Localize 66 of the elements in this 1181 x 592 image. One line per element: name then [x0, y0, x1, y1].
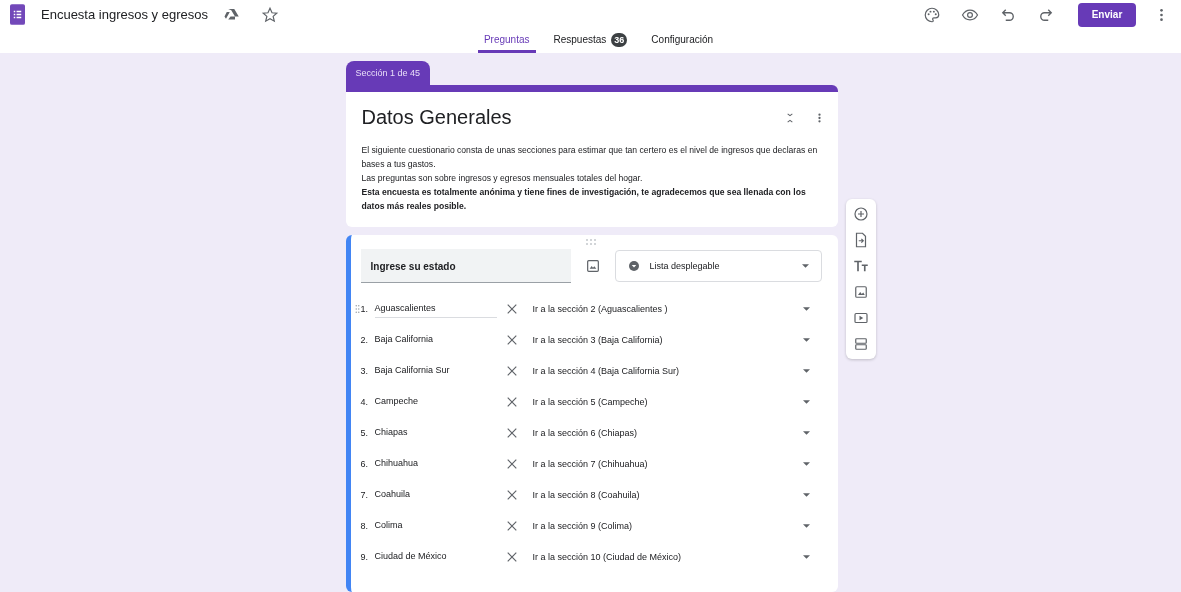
- section-dropdown[interactable]: Ir a la sección 6 (Chiapas): [532, 427, 822, 438]
- document-title[interactable]: Encuesta ingresos y egresos: [41, 7, 208, 23]
- question-type-dropdown[interactable]: Lista desplegable: [614, 250, 822, 282]
- close-icon[interactable]: [506, 303, 517, 314]
- option-number: 6.: [360, 458, 369, 469]
- option-number: 4.: [360, 396, 369, 407]
- caret-icon: [802, 337, 810, 342]
- section-dropdown[interactable]: Ir a la sección 10 (Ciudad de México): [532, 551, 822, 562]
- question-title-field[interactable]: Ingrese su estado: [360, 249, 571, 283]
- option-field[interactable]: Chihuahua: [374, 454, 497, 473]
- caret-icon: [801, 264, 809, 268]
- star-icon[interactable]: [260, 5, 279, 24]
- section-dropdown[interactable]: Ir a la sección 4 (Baja California Sur): [532, 365, 822, 376]
- option-number: 9.: [360, 551, 369, 562]
- dropdown-circle-icon: [627, 260, 640, 272]
- section-dropdown[interactable]: Ir a la sección 3 (Baja California): [532, 334, 822, 345]
- caret-icon: [802, 306, 810, 311]
- option-field[interactable]: Aguascalientes: [374, 299, 497, 318]
- section-dropdown[interactable]: Ir a la sección 5 (Campeche): [532, 396, 822, 407]
- close-icon[interactable]: [506, 551, 517, 562]
- close-icon[interactable]: [506, 365, 517, 376]
- option-number: 7.: [360, 489, 369, 500]
- caret-icon: [802, 430, 810, 435]
- option-field[interactable]: Colima: [374, 516, 497, 535]
- drag-handle-icon[interactable]: [354, 303, 360, 314]
- description-text: El siguiente cuestionario consta de unas secciones para estimar que tan certero es el nivel de ingresos que declaras en bases a tus gastos.: [361, 144, 819, 171]
- option-number: 8.: [360, 520, 369, 531]
- section-dropdown[interactable]: Ir a la sección 7 (Chihuahua): [532, 458, 822, 469]
- caret-icon: [802, 461, 810, 466]
- close-icon[interactable]: [506, 489, 517, 500]
- send-button[interactable]: Enviar: [1078, 2, 1136, 27]
- option-field[interactable]: Chiapas: [374, 423, 497, 442]
- caret-icon: [802, 554, 810, 559]
- tab[interactable]: Respuestas 36: [547, 29, 634, 53]
- option-field[interactable]: Ciudad de México: [374, 547, 497, 566]
- close-icon[interactable]: [506, 334, 517, 345]
- option-number: 5.: [360, 427, 369, 438]
- option-field[interactable]: Baja California: [374, 330, 497, 349]
- close-icon[interactable]: [506, 520, 517, 531]
- description-text: Esta encuesta es totalmente anónima y tiene fines de investigación, te agradecemos que sea llenada con los datos más reales posible.: [361, 186, 807, 213]
- option-field[interactable]: Baja California Sur: [374, 361, 497, 380]
- caret-icon: [802, 368, 810, 373]
- tab[interactable]: Preguntas: [477, 29, 536, 53]
- section-dropdown[interactable]: Ir a la sección 9 (Colima): [532, 520, 822, 531]
- forms-logo-icon[interactable]: [10, 4, 25, 26]
- section-title[interactable]: Datos Generales: [361, 106, 763, 129]
- close-icon[interactable]: [506, 396, 517, 407]
- image-icon[interactable]: [584, 258, 601, 274]
- description-text: Las preguntas son sobre ingresos y egresos mensuales totales del hogar.: [361, 172, 644, 185]
- close-icon[interactable]: [506, 458, 517, 469]
- tab[interactable]: Configuración: [645, 29, 720, 53]
- palette-icon[interactable]: [923, 5, 941, 24]
- option-number: 1.: [360, 303, 369, 314]
- option-number: 2.: [360, 334, 369, 345]
- section-dropdown[interactable]: Ir a la sección 2 (Aguascalientes ): [532, 303, 822, 314]
- caret-icon: [802, 492, 810, 497]
- close-icon[interactable]: [506, 427, 517, 438]
- section-dropdown[interactable]: Ir a la sección 8 (Coahuila): [532, 489, 822, 500]
- option-number: 3.: [360, 365, 369, 376]
- option-field[interactable]: Campeche: [374, 392, 497, 411]
- option-field[interactable]: Coahuila: [374, 485, 497, 504]
- caret-icon: [802, 523, 810, 528]
- caret-icon: [802, 399, 810, 404]
- add-icon[interactable]: [851, 205, 870, 223]
- drag-handle-icon[interactable]: [585, 239, 597, 245]
- more-icon[interactable]: [1159, 6, 1164, 23]
